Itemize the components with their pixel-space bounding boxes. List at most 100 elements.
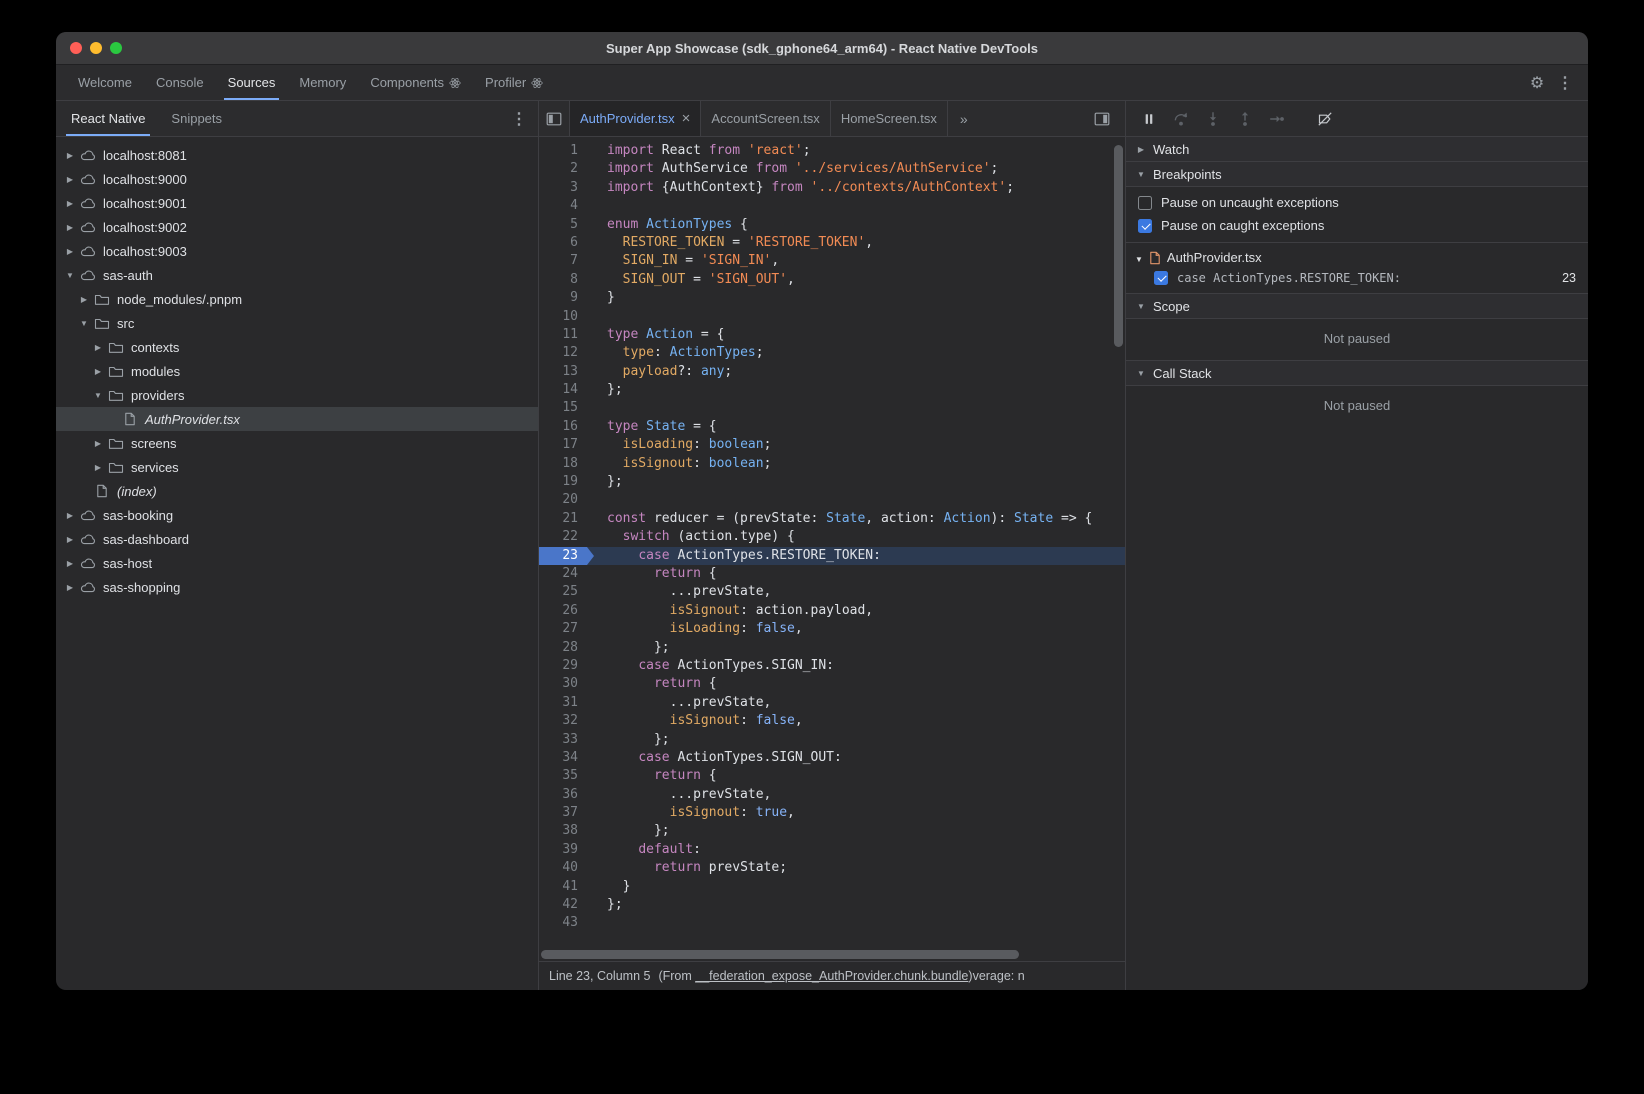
line-number[interactable]: 17 — [539, 436, 587, 454]
deactivate-breakpoints-icon[interactable] — [1316, 110, 1334, 128]
code-text[interactable]: type: ActionTypes; — [587, 344, 764, 362]
code-text[interactable]: RESTORE_TOKEN = 'RESTORE_TOKEN', — [587, 234, 873, 252]
expand-arrow-icon[interactable] — [62, 151, 78, 160]
code-text[interactable]: } — [587, 878, 630, 896]
expand-arrow-icon[interactable] — [76, 295, 92, 304]
code-text[interactable]: enum ActionTypes { — [587, 216, 748, 234]
line-number[interactable]: 28 — [539, 639, 587, 657]
line-number[interactable]: 43 — [539, 914, 587, 932]
code-text[interactable]: SIGN_IN = 'SIGN_IN', — [587, 252, 779, 270]
breakpoints-section-header[interactable]: Breakpoints — [1126, 162, 1588, 187]
tree-item-authprovider-tsx[interactable]: AuthProvider.tsx — [56, 407, 538, 431]
tree-item-sas-host[interactable]: sas-host — [56, 551, 538, 575]
breakpoint-checkbox[interactable] — [1154, 271, 1168, 285]
collapse-arrow-icon[interactable] — [62, 271, 78, 280]
code-text[interactable]: }; — [587, 473, 623, 491]
expand-arrow-icon[interactable] — [62, 223, 78, 232]
line-number[interactable]: 24 — [539, 565, 587, 583]
tree-item-node-modules-pnpm[interactable]: node_modules/.pnpm — [56, 287, 538, 311]
close-tab-icon[interactable] — [682, 110, 691, 127]
code-text[interactable]: type State = { — [587, 418, 717, 436]
code-text[interactable]: import React from 'react'; — [587, 142, 811, 160]
code-text[interactable]: isSignout: false, — [587, 712, 803, 730]
code-text[interactable] — [587, 491, 615, 509]
editor-tab-authprovider-tsx[interactable]: AuthProvider.tsx — [569, 101, 701, 136]
code-text[interactable]: switch (action.type) { — [587, 528, 795, 546]
code-text[interactable]: }; — [587, 381, 623, 399]
line-number[interactable]: 10 — [539, 308, 587, 326]
line-number[interactable]: 2 — [539, 160, 587, 178]
breakpoint-file-group-authprovider-tsx[interactable]: AuthProvider.tsx — [1126, 245, 1588, 268]
pause-icon[interactable] — [1140, 110, 1158, 128]
tab-console[interactable]: Console — [144, 65, 216, 100]
code-text[interactable]: const reducer = (prevState: State, actio… — [587, 510, 1092, 528]
code-text[interactable]: isSignout: true, — [587, 804, 795, 822]
expand-arrow-icon[interactable] — [62, 199, 78, 208]
code-text[interactable]: ...prevState, — [587, 694, 771, 712]
tab-welcome[interactable]: Welcome — [66, 65, 144, 100]
close-button[interactable] — [70, 42, 82, 54]
code-text[interactable]: }; — [587, 639, 670, 657]
collapse-arrow-icon[interactable] — [1135, 250, 1143, 265]
tree-item-index[interactable]: (index) — [56, 479, 538, 503]
navigator-tab-react-native[interactable]: React Native — [58, 101, 158, 136]
code-text[interactable]: isSignout: action.payload, — [587, 602, 873, 620]
code-text[interactable]: isLoading: false, — [587, 620, 803, 638]
step-into-icon[interactable] — [1204, 110, 1222, 128]
tree-item-screens[interactable]: screens — [56, 431, 538, 455]
line-number[interactable]: 6 — [539, 234, 587, 252]
code-text[interactable]: case ActionTypes.SIGN_IN: — [587, 657, 834, 675]
line-number[interactable]: 19 — [539, 473, 587, 491]
code-text[interactable]: import {AuthContext} from '../contexts/A… — [587, 179, 1014, 197]
expand-arrow-icon[interactable] — [90, 463, 106, 472]
line-number[interactable]: 1 — [539, 142, 587, 160]
line-number[interactable]: 30 — [539, 675, 587, 693]
tree-item-localhost-9000[interactable]: localhost:9000 — [56, 167, 538, 191]
line-number[interactable]: 15 — [539, 399, 587, 417]
tree-item-localhost-9001[interactable]: localhost:9001 — [56, 191, 538, 215]
expand-arrow-icon[interactable] — [90, 439, 106, 448]
tree-item-localhost-8081[interactable]: localhost:8081 — [56, 143, 538, 167]
line-number[interactable]: 27 — [539, 620, 587, 638]
line-number[interactable]: 7 — [539, 252, 587, 270]
exception-option-pause-on-caught-exceptions[interactable]: Pause on caught exceptions — [1126, 214, 1588, 237]
more-options-icon[interactable] — [1552, 70, 1578, 96]
code-text[interactable]: isLoading: boolean; — [587, 436, 771, 454]
line-number[interactable]: 4 — [539, 197, 587, 215]
minimize-button[interactable] — [90, 42, 102, 54]
code-editor[interactable]: 1import React from 'react';2import AuthS… — [539, 137, 1125, 961]
line-number[interactable]: 33 — [539, 731, 587, 749]
exception-checkbox[interactable] — [1138, 196, 1152, 210]
code-text[interactable]: }; — [587, 896, 623, 914]
expand-arrow-icon[interactable] — [90, 343, 106, 352]
tab-sources[interactable]: Sources — [216, 65, 288, 100]
code-text[interactable]: case ActionTypes.RESTORE_TOKEN: — [587, 547, 881, 565]
expand-arrow-icon[interactable] — [62, 535, 78, 544]
tree-item-localhost-9003[interactable]: localhost:9003 — [56, 239, 538, 263]
line-number[interactable]: 35 — [539, 767, 587, 785]
line-number[interactable]: 11 — [539, 326, 587, 344]
line-number[interactable]: 42 — [539, 896, 587, 914]
exception-option-pause-on-uncaught-exceptions[interactable]: Pause on uncaught exceptions — [1126, 191, 1588, 214]
watch-section-header[interactable]: Watch — [1126, 137, 1588, 162]
navigator-toggle-icon[interactable] — [539, 101, 569, 136]
debugger-toggle-icon[interactable] — [1087, 112, 1117, 126]
tab-components[interactable]: Components — [358, 65, 473, 100]
line-number[interactable]: 34 — [539, 749, 587, 767]
code-text[interactable] — [587, 914, 615, 932]
breakpoint-entry[interactable]: case ActionTypes.RESTORE_TOKEN:23 — [1126, 268, 1588, 288]
code-text[interactable]: return { — [587, 767, 717, 785]
source-bundle-link[interactable]: __federation_expose_AuthProvider.chunk.b… — [695, 969, 968, 983]
code-text[interactable] — [587, 197, 615, 215]
zoom-button[interactable] — [110, 42, 122, 54]
expand-arrow-icon[interactable] — [62, 559, 78, 568]
expand-arrow-icon[interactable] — [90, 367, 106, 376]
step-over-icon[interactable] — [1172, 110, 1190, 128]
expand-arrow-icon[interactable] — [62, 247, 78, 256]
line-number[interactable]: 37 — [539, 804, 587, 822]
code-text[interactable]: return prevState; — [587, 859, 787, 877]
line-number[interactable]: 32 — [539, 712, 587, 730]
navigator-more-icon[interactable] — [506, 106, 532, 132]
horizontal-scrollbar[interactable] — [541, 950, 1019, 959]
collapse-arrow-icon[interactable] — [90, 391, 106, 400]
